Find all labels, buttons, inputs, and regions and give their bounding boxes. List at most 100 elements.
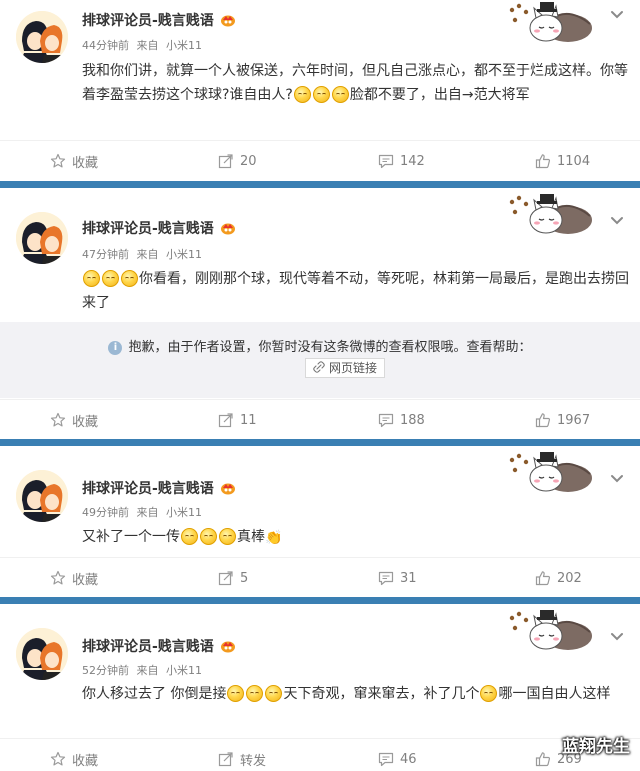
post-meta: 44分钟前 来自 小米11 — [82, 37, 202, 53]
comment-icon — [378, 751, 394, 767]
post-source[interactable]: 小米11 — [166, 39, 202, 52]
like-icon — [535, 412, 551, 428]
post-text-part: 哪一国自由人这样 — [498, 686, 611, 702]
post-text-part: 脸都不要了，出自→范大将军 — [349, 87, 530, 103]
smile-emoji-icon — [265, 685, 283, 702]
source-prefix: 来自 — [136, 248, 159, 261]
avatar[interactable] — [16, 11, 68, 63]
smile-emoji-icon — [480, 685, 498, 702]
username-text[interactable]: 排球评论员-贱言贱语 — [82, 13, 214, 29]
post-time[interactable]: 44分钟前 — [82, 39, 129, 52]
favorite-button[interactable]: 收藏 — [50, 739, 98, 771]
username-link[interactable]: 排球评论员-贱言贱语 — [82, 478, 236, 498]
like-button[interactable]: 1967 — [535, 400, 590, 440]
comment-icon — [378, 570, 394, 586]
web-link-button[interactable]: 网页链接 — [305, 358, 386, 378]
chevron-down-icon[interactable] — [610, 474, 624, 484]
star-icon — [50, 751, 66, 767]
username-text[interactable]: 排球评论员-贱言贱语 — [82, 481, 214, 497]
username-link[interactable]: 排球评论员-贱言贱语 — [82, 636, 236, 656]
repost-button[interactable]: 20 — [218, 141, 257, 181]
post-text: 我和你们讲，就算一个人被保送，六年时间，但凡自己涨点心，都不至于烂成这样。你等着… — [82, 59, 632, 107]
weibo-post: 排球评论员-贱言贱语 49分钟前 来自 小米11 又补了一个一传 真棒👏 收藏 5… — [0, 446, 640, 597]
post-source[interactable]: 小米11 — [166, 506, 202, 519]
vip-badge-icon — [220, 481, 236, 495]
post-meta: 47分钟前 来自 小米11 — [82, 246, 202, 262]
like-button[interactable]: 202 — [535, 558, 582, 598]
cat-sticker-icon — [506, 608, 596, 652]
info-icon: i — [108, 341, 123, 355]
post-text-part: 你人移过去了 你倒是接 — [82, 686, 227, 702]
comment-button[interactable]: 46 — [378, 739, 417, 771]
post-separator — [0, 181, 640, 188]
favorite-label: 收藏 — [72, 753, 99, 769]
chevron-down-icon[interactable] — [610, 216, 624, 226]
post-text: 又补了一个一传 真棒👏 — [82, 525, 632, 550]
smile-emoji-icon — [331, 86, 349, 103]
favorite-label: 收藏 — [72, 414, 99, 430]
smile-emoji-icon — [200, 528, 217, 545]
post-text-part: 真棒 — [237, 529, 265, 545]
repost-icon — [218, 153, 234, 169]
post-actions: 收藏 转发 46 269 — [0, 738, 640, 771]
repost-icon — [218, 751, 234, 767]
avatar[interactable] — [16, 628, 68, 680]
username-text[interactable]: 排球评论员-贱言贱语 — [82, 639, 214, 655]
post-source[interactable]: 小米11 — [166, 248, 202, 261]
vip-badge-icon — [220, 13, 236, 27]
comment-button[interactable]: 188 — [378, 400, 425, 440]
repost-button[interactable]: 转发 — [218, 739, 266, 771]
like-button[interactable]: 1104 — [535, 141, 590, 181]
smile-emoji-icon — [121, 270, 138, 287]
username-text[interactable]: 排球评论员-贱言贱语 — [82, 221, 214, 237]
post-actions: 收藏 20 142 1104 — [0, 140, 640, 180]
repost-count: 20 — [240, 153, 257, 169]
comment-button[interactable]: 31 — [378, 558, 417, 598]
comment-icon — [378, 412, 394, 428]
comment-count: 142 — [400, 153, 425, 169]
watermark-text: 蓝翔先生 — [562, 737, 630, 757]
chevron-down-icon[interactable] — [610, 10, 624, 20]
post-time[interactable]: 52分钟前 — [82, 664, 129, 677]
repost-icon — [218, 412, 234, 428]
username-link[interactable]: 排球评论员-贱言贱语 — [82, 10, 236, 30]
repost-button[interactable]: 11 — [218, 400, 257, 440]
repost-icon — [218, 570, 234, 586]
cat-sticker-icon — [506, 192, 596, 236]
chevron-down-icon[interactable] — [610, 632, 624, 642]
like-icon — [535, 751, 551, 767]
star-icon — [50, 153, 66, 169]
source-prefix: 来自 — [136, 39, 159, 52]
post-actions: 收藏 5 31 202 — [0, 557, 640, 597]
comment-icon — [378, 153, 394, 169]
post-source[interactable]: 小米11 — [166, 664, 202, 677]
like-count: 1967 — [557, 412, 591, 428]
avatar[interactable] — [16, 212, 68, 264]
avatar-anime-icon — [16, 11, 68, 63]
smile-emoji-icon — [83, 270, 100, 287]
favorite-label: 收藏 — [72, 155, 99, 171]
star-icon — [50, 570, 66, 586]
post-separator — [0, 597, 640, 604]
cat-sticker-icon — [506, 0, 596, 44]
restricted-notice: i 抱歉，由于作者设置，你暂时没有这条微博的查看权限哦。查看帮助： 网页链接 — [0, 322, 640, 398]
repost-button[interactable]: 5 — [218, 558, 248, 598]
favorite-button[interactable]: 收藏 — [50, 400, 98, 440]
comment-button[interactable]: 142 — [378, 141, 425, 181]
like-icon — [535, 570, 551, 586]
favorite-label: 收藏 — [72, 572, 99, 588]
post-time[interactable]: 49分钟前 — [82, 506, 129, 519]
comment-count: 188 — [400, 412, 425, 428]
avatar[interactable] — [16, 470, 68, 522]
favorite-button[interactable]: 收藏 — [50, 141, 98, 181]
post-text-part: 天下奇观，窜来窜去，补了几个 — [283, 686, 480, 702]
smile-emoji-icon — [181, 528, 198, 545]
smile-emoji-icon — [219, 528, 236, 545]
link-icon — [313, 361, 325, 373]
username-link[interactable]: 排球评论员-贱言贱语 — [82, 218, 236, 238]
cat-sticker-icon — [506, 450, 596, 494]
smile-emoji-icon — [312, 86, 330, 103]
favorite-button[interactable]: 收藏 — [50, 558, 98, 598]
source-prefix: 来自 — [136, 506, 159, 519]
post-time[interactable]: 47分钟前 — [82, 248, 129, 261]
